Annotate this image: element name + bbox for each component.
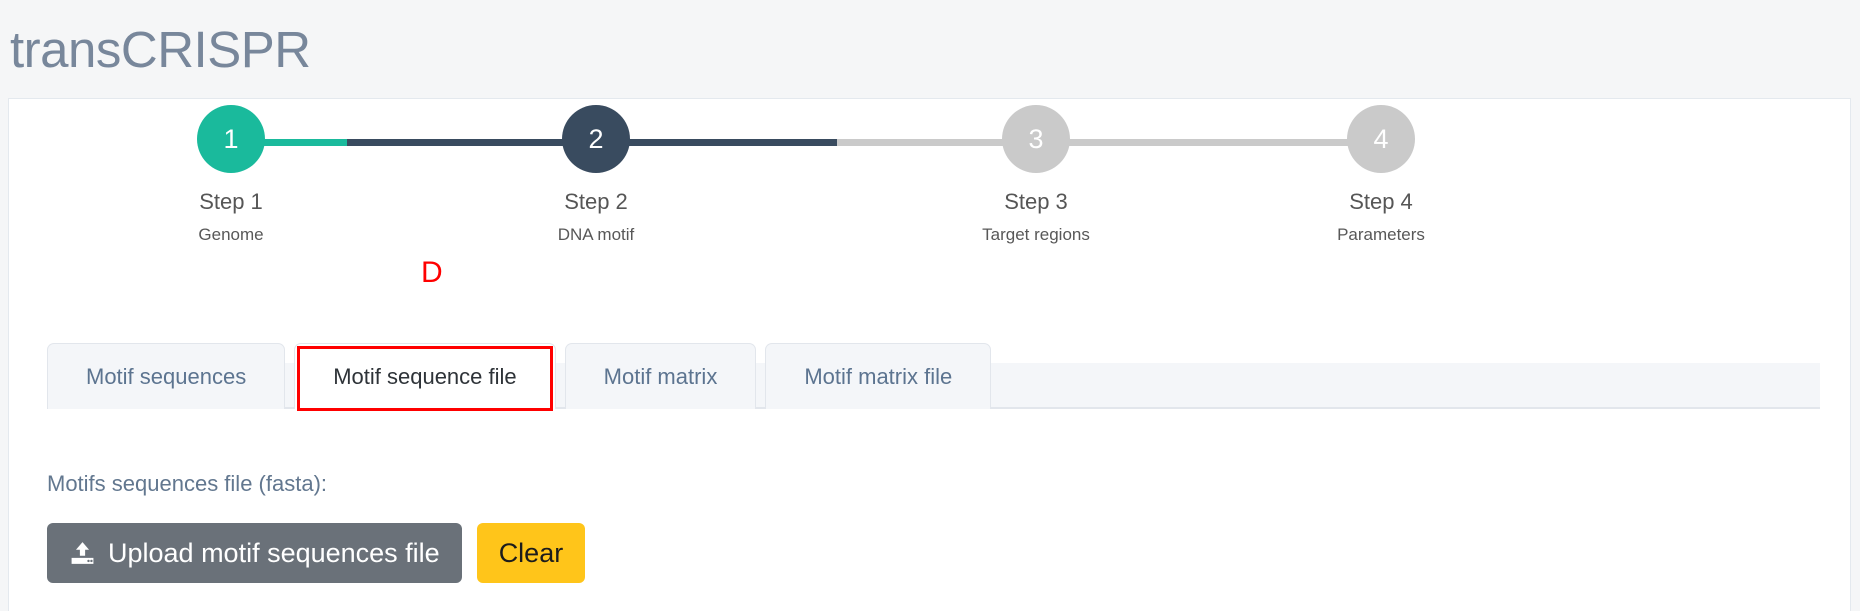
step-label-2: Step 2	[564, 189, 628, 214]
step-number-1: 1	[223, 123, 239, 154]
annotation-letter-d: D	[421, 256, 443, 289]
step-node-3[interactable]: 3 Step 3 Target regions	[936, 105, 1136, 246]
step-progress-bar: 1 Step 1 Genome 2 Step 2 DNA motif 3 Ste…	[9, 99, 1850, 264]
step-label-4: Step 4	[1349, 189, 1413, 214]
upload-button-label: Upload motif sequences file	[108, 537, 440, 568]
step-circle-2: 2	[562, 105, 630, 173]
tab-label: Motif sequences	[86, 363, 247, 389]
step-circle-1: 1	[197, 105, 265, 173]
tab-motif-sequences[interactable]: Motif sequences	[47, 343, 286, 409]
step-sublabel-4: Parameters	[1337, 225, 1425, 245]
page-header: transCRISPR	[0, 0, 1860, 98]
tab-motif-matrix-file[interactable]: Motif matrix file	[765, 343, 992, 409]
step-circle-4: 4	[1347, 105, 1415, 173]
upload-icon	[69, 541, 96, 565]
step-track: 1 Step 1 Genome 2 Step 2 DNA motif 3 Ste…	[9, 99, 1850, 264]
button-row: Upload motif sequences file Clear	[47, 523, 1827, 584]
tabs-container: Motif sequences Motif sequence file Moti…	[47, 337, 1820, 411]
step-sublabel-2: DNA motif	[557, 225, 635, 245]
motifs-file-label: Motifs sequences file (fasta):	[47, 471, 328, 496]
step-sublabel-1: Genome	[198, 225, 264, 245]
tab-label: Motif matrix	[603, 363, 718, 389]
step-number-2: 2	[588, 123, 604, 154]
step-label-1: Step 1	[199, 189, 263, 214]
upload-motif-sequences-file-button[interactable]: Upload motif sequences file	[47, 523, 462, 584]
step-label-3: Step 3	[1004, 189, 1068, 214]
clear-button[interactable]: Clear	[476, 523, 586, 584]
step-node-1[interactable]: 1 Step 1 Genome	[131, 105, 331, 246]
tab-panel-motif-sequence-file: Motifs sequences file (fasta): Upload mo…	[47, 471, 1827, 584]
step-sublabel-3: Target regions	[982, 225, 1090, 245]
step-number-3: 3	[1028, 123, 1044, 154]
app-title: transCRISPR	[10, 20, 311, 78]
tab-label: Motif sequence file	[333, 363, 517, 389]
step-node-4[interactable]: 4 Step 4 Parameters	[1281, 105, 1481, 246]
step-number-4: 4	[1373, 123, 1389, 154]
main-card: 1 Step 1 Genome 2 Step 2 DNA motif 3 Ste…	[8, 98, 1851, 611]
tabs-strip: Motif sequences Motif sequence file Moti…	[47, 337, 1820, 411]
tab-label: Motif matrix file	[804, 363, 953, 389]
tab-motif-sequence-file[interactable]: Motif sequence file	[294, 343, 556, 411]
step-node-2[interactable]: 2 Step 2 DNA motif	[496, 105, 696, 246]
clear-button-label: Clear	[498, 537, 564, 568]
tab-motif-matrix[interactable]: Motif matrix	[564, 343, 757, 409]
step-circle-3: 3	[1002, 105, 1070, 173]
